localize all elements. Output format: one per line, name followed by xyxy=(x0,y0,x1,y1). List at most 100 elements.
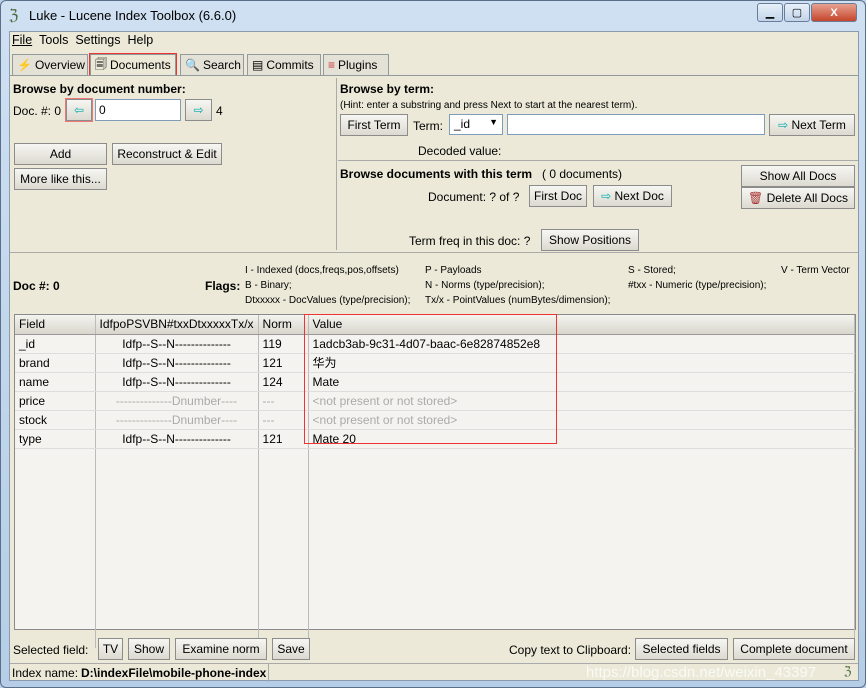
column-header-value[interactable]: Value xyxy=(308,315,856,335)
column-header-norm[interactable]: Norm xyxy=(258,315,309,335)
reconstruct-edit-button[interactable]: Reconstruct & Edit xyxy=(112,143,222,165)
delete-all-docs-button[interactable]: 🗑 Delete All Docs xyxy=(741,187,855,209)
show-all-docs-button[interactable]: Show All Docs xyxy=(741,165,855,187)
first-term-button[interactable]: First Term xyxy=(340,114,408,136)
menu-settings[interactable]: Settings xyxy=(75,33,120,47)
search-icon: 🔍 xyxy=(185,58,200,72)
next-doc-term-button[interactable]: ⇨ Next Doc xyxy=(593,185,672,207)
tab-commits[interactable]: ▤ Commits xyxy=(247,54,321,75)
close-button[interactable]: X xyxy=(811,3,857,22)
flag-legend: #txx - Numeric (type/precision); xyxy=(628,280,767,291)
field-cell: brand xyxy=(15,353,96,373)
next-term-button[interactable]: ⇨ Next Term xyxy=(769,114,855,136)
browse-docs-term-heading: Browse documents with this term xyxy=(340,167,533,181)
doc-number-input[interactable] xyxy=(95,99,181,121)
tab-label: Commits xyxy=(266,58,314,72)
browse-doc-heading: Browse by document number: xyxy=(13,82,186,96)
maximize-button[interactable]: ▢ xyxy=(784,3,810,22)
delete-all-label: Delete All Docs xyxy=(766,191,848,205)
flags-label: Flags: xyxy=(205,279,241,293)
trash-icon: 🗑 xyxy=(748,191,767,205)
doc-number-heading: Doc #: 0 xyxy=(13,279,60,293)
flags-cell: --------------Dnumber---- xyxy=(95,410,259,430)
arrow-left-icon: ⇦ xyxy=(73,103,85,117)
chevron-down-icon: ▼ xyxy=(489,117,498,127)
split-divider[interactable] xyxy=(10,252,858,253)
arrow-right-icon: ⇨ xyxy=(193,103,204,117)
pane-divider[interactable] xyxy=(336,78,337,250)
tab-plugins[interactable]: ≡ Plugins xyxy=(323,54,389,75)
more-like-this-button[interactable]: More like this... xyxy=(14,168,107,190)
norm-cell: 124 xyxy=(258,372,309,392)
table-row[interactable]: price --------------Dnumber---- --- <not pr… xyxy=(15,391,856,411)
flag-legend: Dtxxxxx - DocValues (type/precision); xyxy=(245,295,411,306)
term-input[interactable] xyxy=(507,114,765,135)
tab-label: Plugins xyxy=(338,58,378,72)
term-field-value: _id xyxy=(454,117,471,131)
term-field-select[interactable]: _id ▼ xyxy=(449,114,503,135)
table-row[interactable]: _id Idfp--S--N-------------- 119 1adcb3ab-9… xyxy=(15,334,856,354)
table-row[interactable]: brand Idfp--S--N-------------- 121 华为 xyxy=(15,353,856,373)
first-doc-button[interactable]: First Doc xyxy=(529,185,587,207)
flags-cell: Idfp--S--N-------------- xyxy=(95,334,259,354)
selected-fields-button[interactable]: Selected fields xyxy=(635,638,728,660)
browse-term-hint: (Hint: enter a substring and press Next … xyxy=(340,100,638,111)
status-bar: Index name: D:\indexFile\mobile-phone-in… xyxy=(10,663,858,682)
fields-table: Field IdfpoPSVBN#txxDtxxxxxTx/x Norm Val… xyxy=(14,314,856,648)
copy-clipboard-label: Copy text to Clipboard: xyxy=(509,643,632,657)
table-header-row: Field IdfpoPSVBN#txxDtxxxxxTx/x Norm Val… xyxy=(15,315,856,335)
client-area: File Tools Settings Help ⚡ Overview 🗐 Docu… xyxy=(9,31,859,682)
tv-button[interactable]: TV xyxy=(98,638,123,660)
value-cell: <not present or not stored> xyxy=(308,391,856,411)
tab-label: Search xyxy=(202,58,241,72)
menu-bar: File Tools Settings Help xyxy=(12,33,153,47)
flag-legend: B - Binary; xyxy=(245,280,292,291)
tab-label: Documents xyxy=(110,58,171,72)
term-freq-label: Term freq in this doc: ? xyxy=(409,234,531,248)
table-row[interactable]: name Idfp--S--N-------------- 124 Mate xyxy=(15,372,856,392)
flag-legend: Tx/x - PointValues (numBytes/dimension); xyxy=(425,295,611,306)
next-doc-button[interactable]: ⇨ xyxy=(185,99,212,121)
commits-icon: ▤ xyxy=(252,58,264,72)
show-button[interactable]: Show xyxy=(128,638,170,660)
previous-doc-button[interactable]: ⇦ xyxy=(65,98,93,122)
flags-cell: Idfp--S--N-------------- xyxy=(95,372,259,392)
norm-cell: 121 xyxy=(258,353,309,373)
add-button[interactable]: Add xyxy=(14,143,107,165)
window-title: Luke - Lucene Index Toolbox (6.6.0) xyxy=(29,8,237,23)
show-positions-button[interactable]: Show Positions xyxy=(541,229,639,251)
complete-document-button[interactable]: Complete document xyxy=(733,638,855,660)
tab-overview[interactable]: ⚡ Overview xyxy=(12,54,88,75)
save-button[interactable]: Save xyxy=(272,638,310,660)
table-row[interactable]: stock --------------Dnumber---- --- <not pr… xyxy=(15,410,856,430)
flag-legend: S - Stored; xyxy=(628,265,676,276)
menu-help[interactable]: Help xyxy=(128,33,154,47)
next-doc-label: Next Doc xyxy=(614,189,664,203)
luke-logo-icon: ℨ xyxy=(844,664,852,678)
examine-norm-button[interactable]: Examine norm xyxy=(175,638,267,660)
value-cell: 华为 xyxy=(308,353,856,373)
minimize-button[interactable]: ▁ xyxy=(757,3,783,22)
arrow-right-icon: ⇨ xyxy=(601,189,615,203)
tab-documents[interactable]: 🗐 Documents xyxy=(89,53,177,76)
table-row[interactable]: type Idfp--S--N-------------- 121 Mate 20 xyxy=(15,429,856,449)
column-header-field[interactable]: Field xyxy=(15,315,96,335)
flag-legend: P - Payloads xyxy=(425,265,482,276)
menu-file[interactable]: File xyxy=(12,33,32,47)
tab-search[interactable]: 🔍 Search xyxy=(180,54,244,75)
documents-icon: 🗐 xyxy=(95,56,107,71)
field-cell: name xyxy=(15,372,96,392)
value-cell: Mate 20 xyxy=(308,429,856,449)
luke-window: ℨ Luke - Lucene Index Toolbox (6.6.0) ▁ … xyxy=(0,0,866,688)
field-cell: type xyxy=(15,429,96,449)
flag-legend: N - Norms (type/precision); xyxy=(425,280,545,291)
value-cell: Mate xyxy=(308,372,856,392)
arrow-right-icon: ⇨ xyxy=(778,118,792,132)
next-term-label: Next Term xyxy=(791,118,846,132)
flag-legend: V - Term Vector xyxy=(781,265,850,276)
column-header-flags[interactable]: IdfpoPSVBN#txxDtxxxxxTx/x xyxy=(95,315,259,335)
menu-tools[interactable]: Tools xyxy=(39,33,68,47)
value-cell: 1adcb3ab-9c31-4d07-baac-6e82874852e8 xyxy=(308,334,856,354)
max-doc-label: 4 xyxy=(216,104,223,118)
flags-cell: Idfp--S--N-------------- xyxy=(95,353,259,373)
